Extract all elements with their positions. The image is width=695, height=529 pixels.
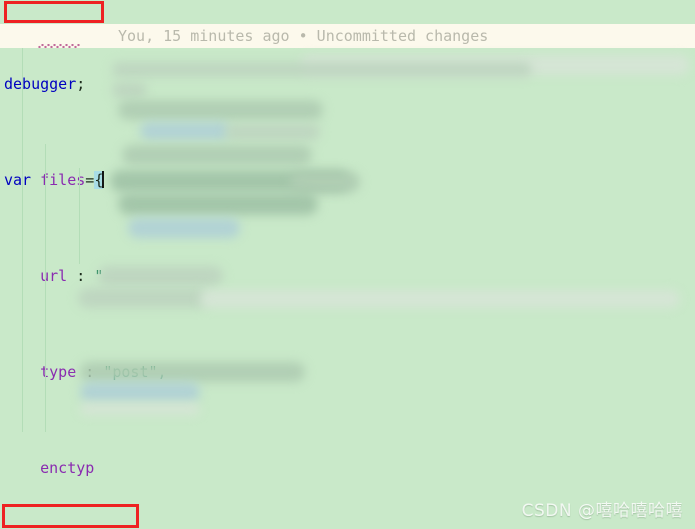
token-semicolon-1: ; xyxy=(76,75,86,93)
code-line-2[interactable]: var files={ xyxy=(0,168,695,192)
token-debugger: debugger xyxy=(4,75,77,93)
code-line-5[interactable]: enctyp xyxy=(0,456,695,480)
token-var: var xyxy=(4,171,32,189)
indent-guide-2 xyxy=(45,144,46,432)
git-blame-annotation[interactable]: You, 15 minutes ago • Uncommitted change… xyxy=(118,24,488,48)
code-line-1[interactable]: debugger; xyxy=(0,72,695,96)
token-post-string: "post", xyxy=(103,363,167,381)
spelling-squiggle xyxy=(38,44,80,48)
code-editor[interactable]: debugger; var files={ url : " type : "po… xyxy=(0,0,695,529)
token-colon-url: : xyxy=(67,267,95,285)
token-quote-url: " xyxy=(94,267,104,285)
code-line-3[interactable]: url : " xyxy=(0,264,695,288)
token-colon-type: : xyxy=(76,363,104,381)
code-line-4[interactable]: type : "post", xyxy=(0,360,695,384)
token-enctyp: enctyp xyxy=(40,459,95,477)
indent-guide-1 xyxy=(22,48,23,432)
text-cursor xyxy=(102,171,105,188)
csdn-watermark: CSDN @嘻哈嘻哈嘻 xyxy=(521,501,683,521)
token-equals: = xyxy=(85,171,95,189)
indent-guide-3 xyxy=(79,168,80,264)
code-content[interactable]: debugger; var files={ url : " type : "po… xyxy=(0,0,695,529)
